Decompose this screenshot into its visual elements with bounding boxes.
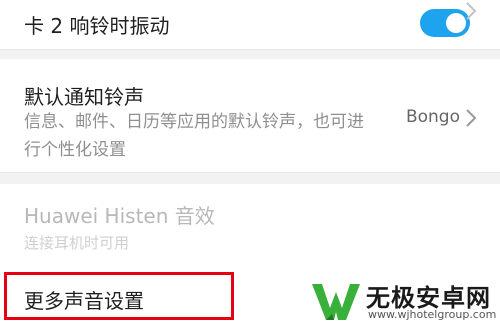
site-logo [312, 284, 360, 320]
vibrate-toggle[interactable] [420, 9, 470, 37]
chevron-right-icon [466, 2, 477, 20]
histen-audio-row[interactable]: Huawei Histen 音效 连接耳机时可用 [0, 184, 500, 265]
histen-label: Huawei Histen 音效 [24, 204, 215, 228]
sound-settings-screen: 卡 2 响铃时振动 默认通知铃声 信息、邮件、日历等应用的默认铃声，也可进行个性… [0, 0, 500, 328]
divider [0, 172, 500, 173]
notification-ringtone-row[interactable]: 默认通知铃声 信息、邮件、日历等应用的默认铃声，也可进行个性化设置 Bongo [0, 59, 500, 173]
highlight-box [4, 272, 234, 320]
histen-description: 连接耳机时可用 [24, 234, 130, 252]
vibrate-on-ring-label: 卡 2 响铃时振动 [24, 14, 170, 38]
divider [0, 49, 500, 50]
notification-ringtone-description: 信息、邮件、日历等应用的默认铃声，也可进行个性化设置 [24, 112, 364, 160]
site-watermark: 无极安卓网 www.wjhotelgroup.com [308, 270, 500, 328]
notification-ringtone-value: Bongo [405, 107, 460, 127]
chevron-right-icon [466, 109, 477, 127]
watermark-url: www.wjhotelgroup.com [368, 308, 497, 321]
toggle-knob [446, 13, 466, 33]
vibrate-on-ring-row[interactable]: 卡 2 响铃时振动 [0, 0, 500, 49]
notification-ringtone-label: 默认通知铃声 [24, 85, 144, 109]
